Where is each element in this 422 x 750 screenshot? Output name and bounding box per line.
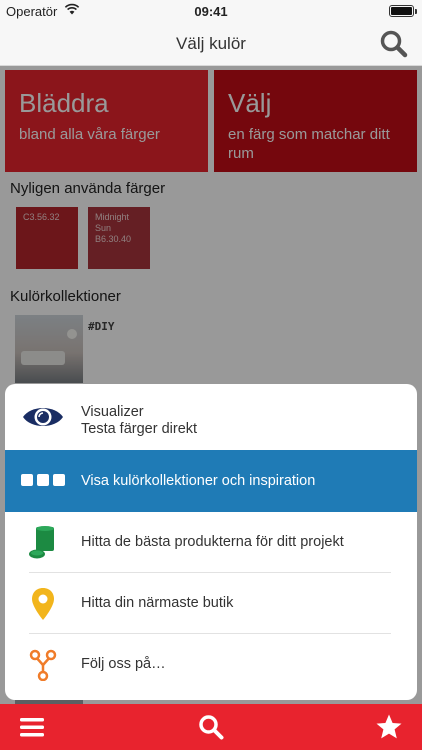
action-sheet: Visualizer Testa färger direkt Visa kulö… (5, 384, 417, 700)
search-icon[interactable] (378, 28, 410, 60)
menu-item-sublabel: Testa färger direkt (81, 421, 198, 437)
menu-item-store[interactable]: Hitta din närmaste butik (5, 573, 417, 635)
share-icon (21, 645, 65, 685)
map-pin-icon (21, 584, 65, 624)
menu-item-label: Visa kulörkollektioner och inspiration (81, 473, 316, 489)
tab-bar (0, 704, 422, 750)
navigation-bar: Välj kulör (0, 22, 422, 66)
menu-item-visualizer[interactable]: Visualizer Testa färger direkt (5, 384, 417, 450)
status-time: 09:41 (194, 4, 228, 19)
menu-item-products[interactable]: Hitta de bästa produkterna för ditt proj… (5, 512, 417, 574)
menu-item-label: Följ oss på… (81, 656, 166, 672)
menu-item-label: Visualizer (81, 404, 144, 420)
battery-icon (389, 5, 417, 17)
eye-icon (21, 397, 65, 437)
tiles-icon (21, 461, 65, 501)
search-icon[interactable] (197, 713, 225, 741)
paint-can-icon (21, 523, 65, 563)
status-bar: Operatör 09:41 (0, 0, 422, 22)
star-icon[interactable] (375, 713, 403, 741)
menu-item-label: Hitta de bästa produkterna för ditt proj… (81, 534, 344, 550)
menu-item-collections[interactable]: Visa kulörkollektioner och inspiration (5, 450, 417, 512)
hamburger-menu-icon[interactable] (18, 713, 46, 741)
page-title: Välj kulör (176, 34, 246, 53)
menu-item-label: Hitta din närmaste butik (81, 595, 234, 611)
menu-item-follow[interactable]: Följ oss på… (5, 634, 417, 696)
